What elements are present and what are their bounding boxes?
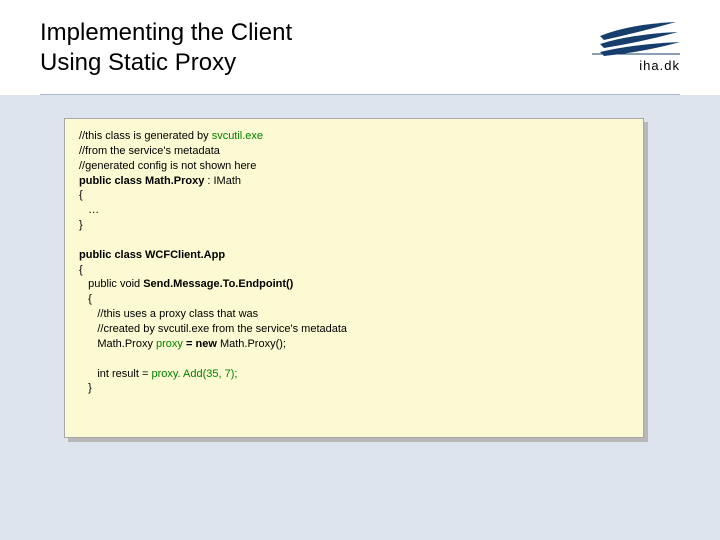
svcutil-text: svcutil.exe	[212, 130, 263, 142]
comment-line: //this class is generated by	[79, 130, 212, 142]
comment-line: //created by svcutil.exe from the servic…	[79, 323, 347, 335]
code-block: //this class is generated by svcutil.exe…	[64, 118, 644, 438]
brace: }	[79, 219, 83, 231]
class-base: : IMath	[204, 175, 241, 187]
op: =	[183, 338, 196, 350]
comment-line: //from the service's metadata	[79, 145, 220, 157]
class-decl: public class Math.Proxy	[79, 175, 204, 187]
stmt: int result =	[79, 368, 151, 380]
title-line-1: Implementing the Client	[40, 19, 292, 46]
stmt: Math.Proxy();	[217, 338, 286, 350]
brace: {	[79, 189, 83, 201]
ellipsis: …	[79, 204, 99, 216]
comment-line: //generated config is not shown here	[79, 160, 256, 172]
page-title: Implementing the Client Using Static Pro…	[40, 18, 292, 78]
class-decl: public class WCFClient.App	[79, 249, 225, 261]
brace: {	[79, 293, 92, 305]
stmt: Math.Proxy	[79, 338, 156, 350]
comment-line: //this uses a proxy class that was	[79, 308, 258, 320]
wings-icon	[590, 18, 680, 56]
method-name: Send.Message.To.Endpoint()	[143, 278, 293, 290]
brace: {	[79, 264, 83, 276]
ident: proxy	[156, 338, 183, 350]
call: proxy. Add(35, 7);	[151, 368, 237, 380]
logo-text: iha.dk	[639, 58, 680, 73]
keyword: new	[195, 338, 216, 350]
brace: }	[79, 382, 92, 394]
title-line-2: Using Static Proxy	[40, 49, 236, 76]
logo: iha.dk	[590, 18, 680, 73]
method-sig: public void	[79, 278, 143, 290]
